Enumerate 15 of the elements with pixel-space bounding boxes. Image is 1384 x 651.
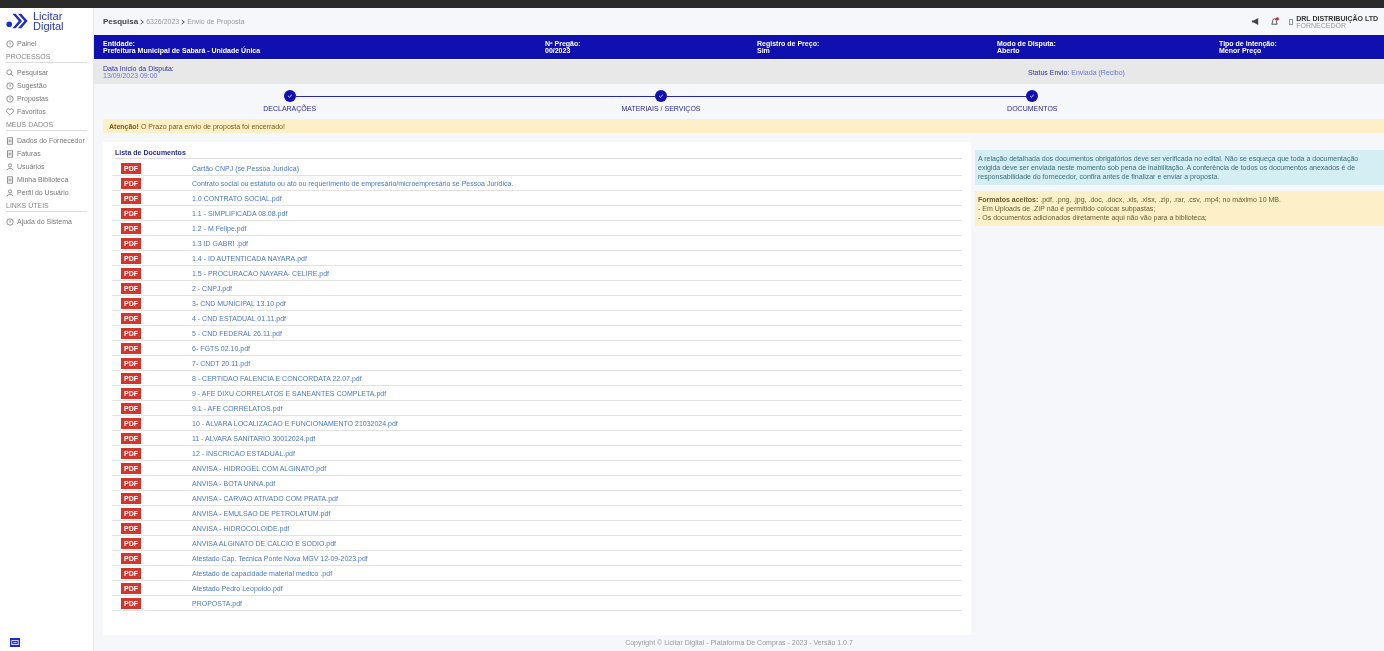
- megaphone-icon[interactable]: [1251, 17, 1261, 26]
- user-icon: [6, 162, 14, 171]
- bell-icon[interactable]: [1270, 17, 1280, 26]
- user-icon: [6, 188, 14, 197]
- user-icon: [1289, 18, 1294, 25]
- chevron-icon: [140, 18, 145, 25]
- heart-icon: [6, 107, 14, 116]
- logo-text: Licitar: [33, 11, 64, 21]
- breadcrumb-link[interactable]: Pesquisa: [103, 17, 139, 26]
- logo-icon: [6, 12, 30, 30]
- logo-text: Digital: [33, 21, 64, 31]
- chevron-icon: [181, 18, 186, 25]
- search-icon: [6, 68, 14, 77]
- document-icon: [6, 149, 14, 158]
- chat-button[interactable]: [10, 638, 20, 647]
